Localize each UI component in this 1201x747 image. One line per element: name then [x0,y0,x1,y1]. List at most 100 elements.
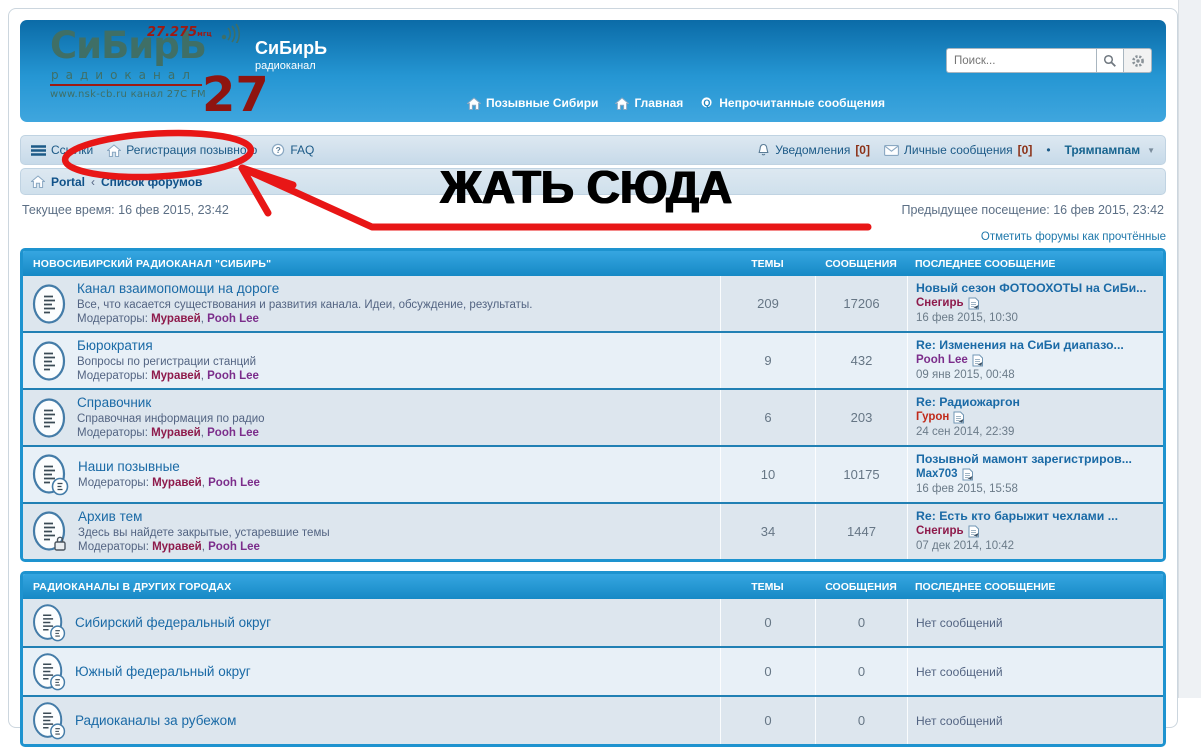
user-menu[interactable]: Трямпампам ▼ [1065,143,1155,157]
last-post-author[interactable]: Гурон [916,410,949,425]
last-post-link[interactable]: Re: Изменения на СиБи диапазо... [916,338,1155,353]
moderator-link[interactable]: Муравей [152,477,202,489]
nav-unread-link[interactable]: Q Непрочитанные сообщения [700,96,885,110]
breadcrumb-portal-link[interactable]: Portal [51,175,85,189]
callsign-registration-link[interactable]: Регистрация позывного [107,143,257,157]
forum-link[interactable]: Наши позывные [78,459,180,474]
search-button[interactable] [1096,48,1124,73]
last-post-link[interactable]: Позывной мамонт зарегистриров... [916,452,1155,467]
no-posts-text: Нет сообщений [916,714,1155,728]
forum-icon [32,340,68,382]
moderator-link[interactable]: Муравей [151,370,201,382]
forum-row: Канал взаимопомощи на дороге Все, что ка… [23,276,1163,331]
forum-link[interactable]: Южный федеральный округ [75,663,251,680]
nav-home-link[interactable]: Главная [615,96,683,110]
notifications-count: [0] [855,143,870,157]
topics-count: 0 [720,697,815,744]
forum-row: Справочник Справочная информация по ради… [23,388,1163,445]
last-post-link[interactable]: Re: Есть кто барыжит чехлами ... [916,509,1155,524]
pm-count: [0] [1018,143,1033,157]
search-options-button[interactable] [1124,48,1152,73]
forum-link[interactable]: Бюрократия [77,338,153,353]
forum-moderators: Модераторы: Муравей, Pooh Lee [77,312,532,327]
forum-description: Справочная информация по радио [77,412,265,426]
forum-link[interactable]: Сибирский федеральный округ [75,614,271,631]
topics-count: 9 [720,333,815,388]
forum-link[interactable]: Канал взаимопомощи на дороге [77,281,279,296]
posts-count: 203 [815,390,907,445]
last-post-cell: Re: Есть кто барыжит чехлами ... Снегирь… [907,504,1163,559]
goto-post-icon[interactable] [953,411,965,424]
moderator-link[interactable]: Pooh Lee [207,313,259,325]
moderator-link[interactable]: Муравей [151,427,201,439]
moderator-link[interactable]: Муравей [152,541,202,553]
moderator-link[interactable]: Pooh Lee [207,427,259,439]
envelope-icon [884,145,899,156]
column-last-post: ПОСЛЕДНЕЕ СООБЩЕНИЕ [907,581,1163,593]
posts-count: 0 [815,697,907,744]
forum-link[interactable]: Архив тем [78,509,142,524]
last-post-cell: Re: Радиожаргон Гурон 24 сен 2014, 22:39 [907,390,1163,445]
last-post-author[interactable]: Pooh Lee [916,353,968,368]
last-post-date: 24 сен 2014, 22:39 [916,425,1155,440]
forum-with-subforum-icon [32,652,66,691]
topics-count: 34 [720,504,815,559]
last-post-date: 07 дек 2014, 10:42 [916,539,1155,554]
goto-post-icon[interactable] [972,354,984,367]
current-time-text: Текущее время: 16 фев 2015, 23:42 [22,203,229,217]
forum-description: Здесь вы найдете закрытые, устаревшие те… [78,526,330,540]
breadcrumb: Portal ‹ Список форумов [20,168,1166,195]
nav-callsigns-link[interactable]: Позывные Сибири [467,96,598,110]
site-title: СиБирЬ [255,38,327,59]
logo-channel-number: 27 [202,71,269,119]
mark-forums-read-link[interactable]: Отметить форумы как прочтённые [981,231,1166,243]
posts-count: 17206 [815,276,907,331]
moderator-link[interactable]: Pooh Lee [208,541,260,553]
svg-text:?: ? [276,145,281,155]
topics-count: 0 [720,599,815,646]
last-post-author[interactable]: Снегирь [916,524,964,539]
search-box [946,48,1152,73]
posts-count: 432 [815,333,907,388]
goto-post-icon[interactable] [968,525,980,538]
goto-post-icon[interactable] [962,468,974,481]
logo-frequency: 27.275мгц [147,25,212,40]
faq-link[interactable]: ? FAQ [271,143,314,157]
forum-row: Радиоканалы за рубежом 0 0 Нет сообщений [23,695,1163,744]
last-post-link[interactable]: Re: Радиожаргон [916,395,1155,410]
scrollbar-track[interactable] [1178,0,1201,698]
goto-post-icon[interactable] [968,297,980,310]
forum-description: Все, что касается существования и развит… [77,298,532,312]
last-post-link[interactable]: Новый сезон ФОТООХОТЫ на СиБи... [916,281,1155,296]
forum-row: Наши позывные Модераторы: Муравей, Pooh … [23,445,1163,502]
svg-text:Q: Q [704,98,711,108]
posts-count: 0 [815,599,907,646]
session-times: Текущее время: 16 фев 2015, 23:42 Предыд… [20,203,1166,217]
separator-bullet: • [1046,143,1050,157]
forum-icon [32,397,68,439]
site-logo[interactable]: СиБирЬ 27.275мгц радиоканал www.nsk-cb.r… [50,27,270,119]
private-messages-link[interactable]: Личные сообщения [0] [884,143,1032,157]
forum-link[interactable]: Радиоканалы за рубежом [75,712,236,729]
links-menu-button[interactable]: Ссылки [31,143,93,157]
column-topics: ТЕМЫ [720,581,815,593]
category-header: НОВОСИБИРСКИЙ РАДИОКАНАЛ "СИБИРЬ" ТЕМЫ С… [23,251,1163,276]
notifications-link[interactable]: Уведомления [0] [757,143,870,157]
forum-with-subforum-icon [32,453,69,496]
breadcrumb-forum-list-link[interactable]: Список форумов [101,175,202,189]
moderator-link[interactable]: Муравей [151,313,201,325]
unread-messages-icon: Q [700,96,714,110]
search-icon [1103,54,1117,68]
search-input[interactable] [946,48,1096,73]
moderator-link[interactable]: Pooh Lee [207,370,259,382]
last-post-author[interactable]: Снегирь [916,296,964,311]
banner-nav: Позывные Сибири Главная Q Непрочитанные … [467,96,885,110]
column-posts: СООБЩЕНИЯ [815,581,907,593]
last-post-author[interactable]: Max703 [916,467,958,482]
moderator-link[interactable]: Pooh Lee [208,477,260,489]
category-title: РАДИОКАНАЛЫ В ДРУГИХ ГОРОДАХ [23,581,720,593]
no-posts-text: Нет сообщений [916,616,1155,630]
forum-link[interactable]: Справочник [77,395,151,410]
last-post-date: 16 фев 2015, 10:30 [916,311,1155,326]
column-posts: СООБЩЕНИЯ [815,258,907,270]
